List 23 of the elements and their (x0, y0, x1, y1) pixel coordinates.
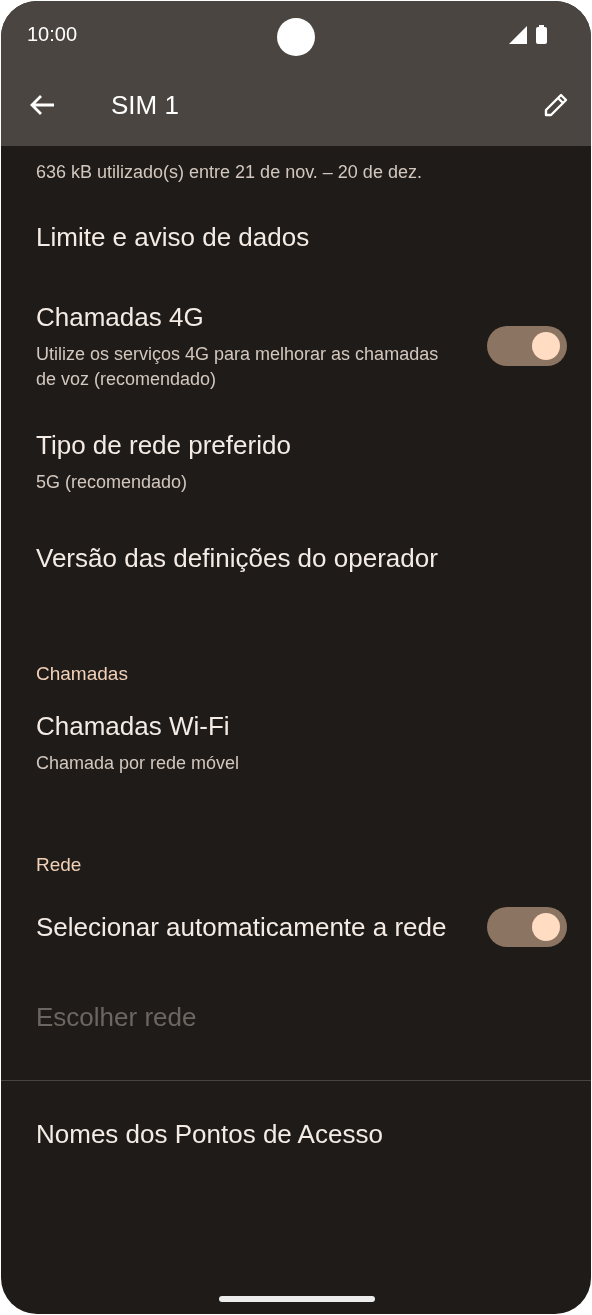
pencil-icon[interactable] (543, 92, 569, 118)
toggle-switch[interactable] (487, 907, 567, 947)
setting-title[interactable]: Versão das definições do operador (36, 540, 527, 576)
setting-title[interactable]: Tipo de rede preferido (36, 428, 527, 463)
setting-summary: Utilize os serviços 4G para melhorar as chamadas de voz (recomendado) (36, 343, 440, 391)
signal-icon (509, 25, 527, 44)
status-time: 10:00 (27, 22, 78, 46)
setting-title[interactable]: Selecionar automaticamente a rede (36, 909, 447, 945)
setting-title[interactable]: Chamadas Wi-Fi (36, 709, 527, 744)
setting-title: Escolher rede (36, 1000, 198, 1034)
back-icon[interactable] (29, 94, 55, 116)
camera-cutout (277, 18, 315, 56)
setting-title[interactable]: Limite e aviso de dados (36, 219, 527, 255)
section-header: Chamadas (36, 663, 128, 684)
setting-title[interactable]: Nomes dos Pontos de Acesso (36, 1116, 527, 1152)
battery-icon (536, 24, 547, 44)
page-title: SIM 1 (111, 89, 180, 121)
section-header: Rede (36, 854, 82, 875)
setting-summary: 636 kB utilizado(s) entre 21 de nov. – 20 de dez. (36, 161, 423, 184)
toggle-switch[interactable] (487, 326, 567, 366)
setting-title[interactable]: Chamadas 4G (36, 300, 447, 335)
setting-summary: 5G (recomendado) (36, 471, 189, 494)
setting-summary: Chamada por rede móvel (36, 752, 241, 775)
